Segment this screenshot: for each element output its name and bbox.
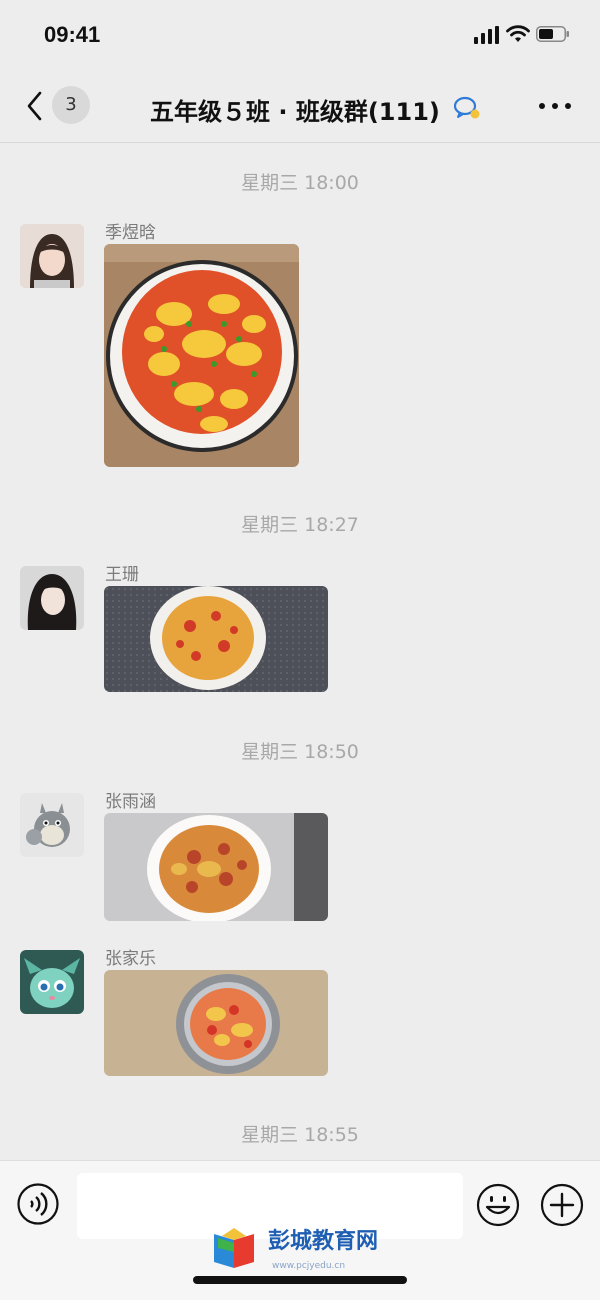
avatar-girl-icon (20, 224, 84, 288)
tomato-egg-dish-photo (104, 813, 328, 921)
message-timestamp: 星期三 18:50 (241, 741, 359, 763)
message-timestamp: 星期三 18:27 (241, 514, 359, 536)
tomato-egg-dish-photo (104, 586, 328, 692)
add-attachment-icon[interactable] (540, 1183, 584, 1227)
sender-name: 张雨涵 (105, 792, 156, 812)
emoji-icon[interactable] (476, 1183, 520, 1227)
wifi-icon (506, 25, 530, 42)
cellular-signal-icon (474, 26, 499, 44)
photo-message[interactable] (104, 813, 328, 921)
tomato-egg-dish-photo (104, 244, 299, 467)
chat-bubble-icon (453, 96, 480, 119)
sender-name: 张家乐 (105, 949, 156, 969)
watermark-url: www.pcjyedu.cn (272, 1261, 345, 1271)
sender-name: 季煜晗 (105, 223, 156, 243)
status-time: 09:41 (44, 22, 101, 47)
photo-message[interactable] (104, 970, 328, 1076)
battery-icon (536, 26, 569, 42)
home-indicator (193, 1276, 407, 1284)
more-options-icon[interactable] (538, 96, 572, 116)
photo-message[interactable] (104, 586, 328, 692)
avatar[interactable] (20, 224, 84, 288)
back-chevron-icon[interactable] (24, 90, 46, 122)
avatar[interactable] (20, 950, 84, 1014)
voice-input-icon[interactable] (17, 1183, 59, 1225)
chat-header: 3 五年级５班 · 班级群(111) (0, 70, 600, 143)
page-title: 五年级５班 · 班级群(111) (150, 98, 440, 126)
sender-name: 王珊 (105, 565, 139, 585)
watermark-book-icon: 彭城教育网 www.pcjyedu.cn (214, 1228, 378, 1271)
avatar-woman-icon (20, 566, 84, 630)
tomato-egg-dish-photo (104, 970, 328, 1076)
message-timestamp: 星期三 18:55 (241, 1124, 359, 1146)
unread-count-badge[interactable]: 3 (52, 86, 90, 124)
watermark-title: 彭城教育网 (268, 1228, 378, 1254)
avatar[interactable] (20, 566, 84, 630)
avatar-totoro-icon (20, 793, 84, 857)
watermark-logo: 彭城教育网 www.pcjyedu.cn (210, 1224, 410, 1274)
avatar[interactable] (20, 793, 84, 857)
message-timestamp: 星期三 18:00 (241, 172, 359, 194)
photo-message[interactable] (104, 244, 299, 467)
avatar-creature-icon (20, 950, 84, 1014)
status-bar: 09:41 (0, 0, 600, 70)
